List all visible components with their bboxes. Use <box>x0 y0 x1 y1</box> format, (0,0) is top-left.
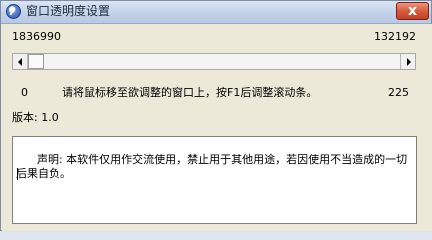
disclaimer-text: 声明: 本软件仅用作交流使用，禁止用于其他用途，若因使用不当造成的一切后果自负。 <box>16 153 408 180</box>
left-arrow-icon <box>18 58 22 66</box>
slider-min-label: 0 <box>21 86 28 99</box>
version-label: 版本: 1.0 <box>12 111 59 124</box>
transparency-scrollbar[interactable] <box>12 53 416 70</box>
client-area: 1836990 132192 0 请将鼠标移至欲调整的窗口上，按F1后调整滚动条… <box>2 24 432 231</box>
close-button[interactable]: x <box>396 2 429 20</box>
app-icon <box>6 4 21 19</box>
title-bar[interactable]: 窗口透明度设置 x <box>1 1 431 24</box>
top-left-value: 1836990 <box>12 30 61 43</box>
instruction-text: 请将鼠标移至欲调整的窗口上，按F1后调整滚动条。 <box>62 86 318 99</box>
top-right-value: 132192 <box>374 30 416 43</box>
close-icon: x <box>407 3 418 19</box>
window-title: 窗口透明度设置 <box>26 4 111 18</box>
slider-max-label: 225 <box>388 86 409 99</box>
transparency-settings-window: 窗口透明度设置 x 1836990 132192 0 请将鼠标移至欲调整的窗口上… <box>0 0 432 231</box>
text-caret <box>17 168 18 180</box>
right-arrow-icon <box>407 58 411 66</box>
scrollbar-thumb[interactable] <box>28 54 44 69</box>
scroll-right-button[interactable] <box>400 54 415 69</box>
scroll-left-button[interactable] <box>13 54 28 69</box>
disclaimer-textarea[interactable]: 声明: 本软件仅用作交流使用，禁止用于其他用途，若因使用不当造成的一切后果自负。 <box>12 136 417 224</box>
